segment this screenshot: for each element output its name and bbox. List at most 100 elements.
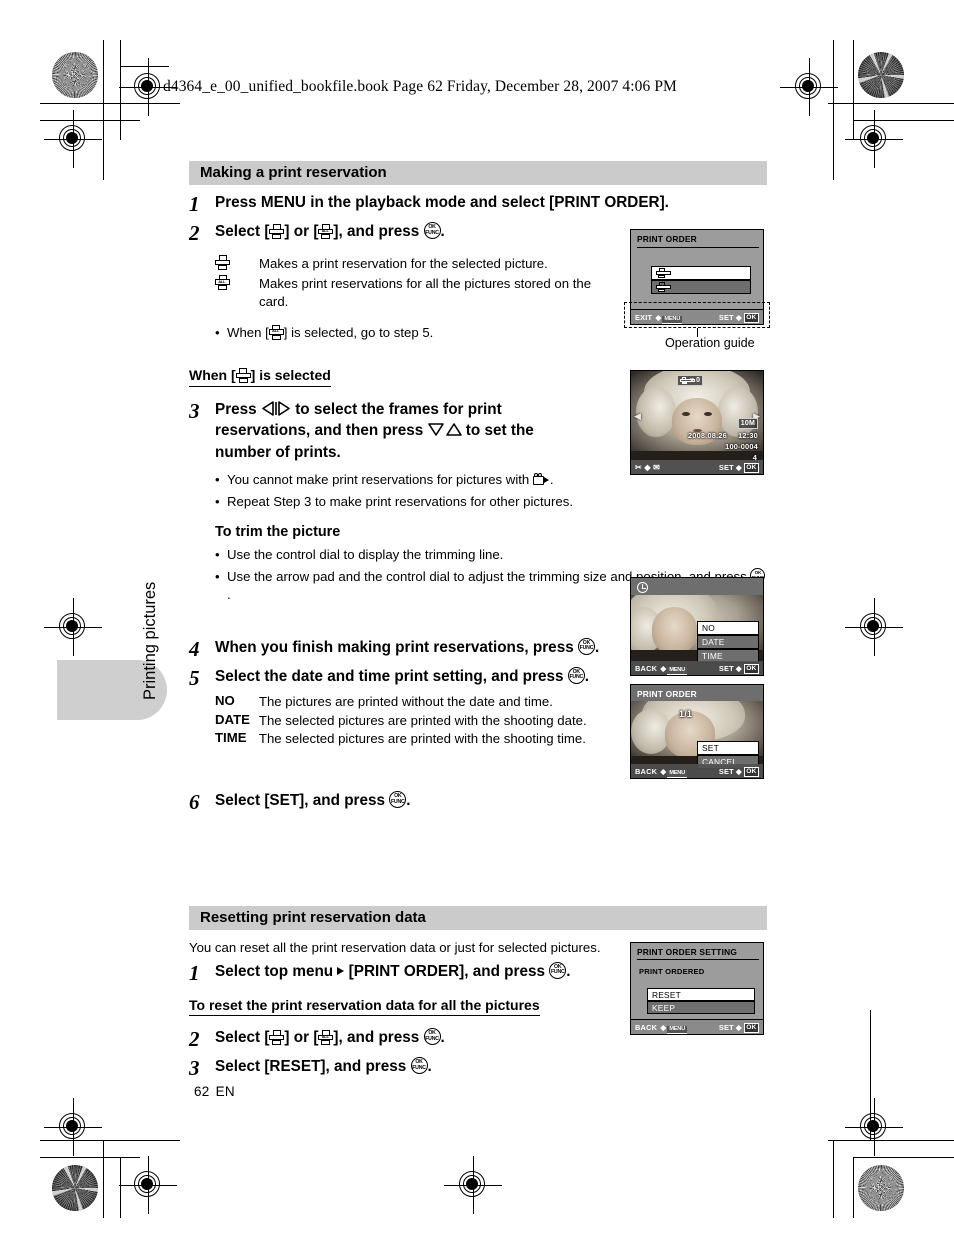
screen-option-printer-single[interactable] bbox=[651, 266, 751, 280]
guide-left-label: BACK bbox=[635, 766, 658, 776]
guide-right-label: SET bbox=[718, 664, 734, 673]
step-text-part: ], and press bbox=[333, 223, 420, 241]
screen-option-keep[interactable]: KEEP bbox=[647, 1001, 755, 1014]
registration-starburst-top-left bbox=[52, 52, 98, 98]
option-key: DATE bbox=[215, 711, 250, 727]
guide-right: SET ◆ OK bbox=[719, 1022, 759, 1033]
registration-crosshair-mid-left bbox=[44, 598, 102, 656]
bullet-marker: • bbox=[215, 493, 220, 509]
manual-page: d4364_e_00_unified_bookfile.book Page 62… bbox=[0, 0, 954, 1258]
screen-option-set[interactable]: SET bbox=[697, 741, 759, 755]
screen-option-no[interactable]: NO bbox=[697, 621, 759, 635]
table-row: NO The pictures are printed without the … bbox=[215, 693, 587, 712]
ok-key-icon: OK bbox=[743, 766, 759, 777]
trim-bullet: • Use the control dial to display the tr… bbox=[215, 546, 767, 564]
image-size-badge: 10M bbox=[737, 418, 758, 429]
crop-mark bbox=[828, 103, 954, 105]
step-text-part: Press bbox=[215, 400, 257, 418]
ok-func-button-icon: OKFUNC bbox=[577, 637, 595, 655]
crop-mark bbox=[870, 1010, 872, 1140]
ok-func-button-icon: OKFUNC bbox=[410, 1057, 428, 1075]
screen-playback: x 0 ◀ ▶ 10M 2008.08.26 12:30 100-0004 4 … bbox=[630, 370, 764, 475]
crop-mark bbox=[40, 120, 140, 122]
step-text-part: number of prints. bbox=[215, 443, 341, 461]
reset-step-3: 3 Select [RESET], and press OK FUNC. bbox=[189, 1057, 767, 1079]
step-text-part: ], and press bbox=[333, 1029, 420, 1047]
screen-option-date[interactable]: DATE bbox=[697, 635, 759, 649]
option-key: NO bbox=[215, 692, 235, 708]
table-row: DATE The selected pictures are printed w… bbox=[215, 712, 587, 731]
step-number: 1 bbox=[189, 192, 200, 216]
icon-definition-text: Makes a print reservation for the select… bbox=[259, 256, 548, 272]
printer-all-icon: ALL bbox=[318, 224, 334, 240]
printer-single-icon bbox=[269, 224, 285, 240]
note-text-part: When [ bbox=[227, 324, 269, 340]
registration-crosshair-bottom-right bbox=[845, 1098, 903, 1156]
crop-mark bbox=[853, 120, 954, 122]
step-text-part: reservations, and then press bbox=[215, 422, 424, 440]
section-heading-resetting-print-reservation-data: Resetting print reservation data bbox=[189, 906, 767, 931]
print-count-badge: x 0 bbox=[677, 375, 704, 386]
ok-func-button-icon: OKFUNC bbox=[423, 222, 441, 240]
left-right-arrow-icon bbox=[261, 400, 291, 422]
page-number-value: 62 bbox=[194, 1084, 210, 1099]
step-text: When you finish making print reservation… bbox=[215, 637, 600, 656]
step-text-part: ] or [ bbox=[284, 1029, 319, 1047]
registration-crosshair-bottom-center bbox=[444, 1156, 502, 1214]
ok-func-button-icon: OKFUNC bbox=[389, 790, 407, 808]
guide-left-label: BACK bbox=[635, 663, 658, 673]
step-text-part: [PRINT ORDER], and press bbox=[348, 962, 545, 980]
guide-right-label: SET bbox=[718, 463, 734, 472]
bullet-text: Repeat Step 3 to make print reservations… bbox=[227, 493, 573, 509]
bullet-marker: • bbox=[215, 547, 220, 563]
option-key: TIME bbox=[215, 730, 247, 746]
step-text-part: Select [RESET], and press bbox=[215, 1058, 407, 1076]
step-text: Select [] or [ALL], and press OK FUNC. bbox=[215, 1028, 445, 1047]
printer-all-icon-cell: ALL bbox=[215, 274, 259, 294]
up-down-arrow-icon bbox=[427, 422, 462, 443]
screen-option-printer-all[interactable]: ALL bbox=[651, 280, 751, 294]
chapter-tab-label: Printing pictures bbox=[141, 581, 159, 700]
registration-crosshair-top-right-lower bbox=[845, 110, 903, 168]
printer-all-icon: ALL bbox=[268, 324, 284, 340]
step-number: 5 bbox=[189, 665, 200, 690]
crop-mark bbox=[120, 1157, 122, 1218]
crop-mark bbox=[40, 1140, 180, 1142]
step-text: Press MENU in the playback mode and sele… bbox=[215, 194, 669, 211]
screen-print-order-2: PRINT ORDER 1/1 SET CANCEL BACK ◆ MENU SE… bbox=[630, 684, 764, 779]
screen-title-rule bbox=[637, 959, 759, 961]
ok-func-button-icon: OKFUNC bbox=[423, 1028, 441, 1046]
photo-face bbox=[652, 607, 697, 654]
step-text-part: to set the bbox=[465, 422, 534, 440]
screen-option-reset[interactable]: RESET bbox=[647, 988, 755, 1001]
step-text: Select the date and time print setting, … bbox=[215, 666, 590, 685]
crop-mark bbox=[853, 1157, 954, 1159]
step-text-part: When you finish making print reservation… bbox=[215, 638, 574, 656]
crop-mark bbox=[853, 40, 855, 140]
crop-mark bbox=[120, 40, 122, 140]
icon-definition-text: Makes print reservations for all the pic… bbox=[259, 275, 592, 309]
step-text: Select [RESET], and press OK FUNC. bbox=[215, 1057, 432, 1076]
screen-header-band bbox=[631, 578, 763, 595]
screen-title: PRINT ORDER bbox=[637, 234, 697, 244]
printer-single-icon bbox=[680, 376, 695, 385]
printer-all-icon: ALL bbox=[215, 274, 232, 292]
icon-definition-row: Makes a print reservation for the select… bbox=[215, 255, 615, 274]
ok-key-icon: OK bbox=[743, 1022, 759, 1033]
ok-func-button-icon: OKFUNC bbox=[549, 961, 567, 979]
bullet-marker: • bbox=[215, 568, 220, 584]
option-description: The pictures are printed without the dat… bbox=[258, 693, 553, 709]
bullet-text: Use the control dial to display the trim… bbox=[227, 547, 504, 563]
registration-crosshair-bottom-left bbox=[44, 1098, 102, 1156]
registration-crosshair-mid-right bbox=[845, 598, 903, 656]
movie-icon bbox=[532, 473, 550, 486]
operation-guide-callout-box bbox=[624, 302, 770, 328]
screen-title: PRINT ORDER SETTING bbox=[637, 947, 738, 957]
subheading-text: To reset the print reservation data for … bbox=[189, 997, 540, 1017]
step-text: Press to select the frames for print res… bbox=[215, 400, 565, 463]
photo-hat-side-right bbox=[718, 387, 758, 437]
section-heading-making-print-reservation: Making a print reservation bbox=[189, 161, 767, 185]
photo-time: 12:30 bbox=[738, 431, 758, 440]
step-text: Select top menu [PRINT ORDER], and press… bbox=[215, 961, 571, 980]
step-number: 1 bbox=[189, 960, 200, 985]
